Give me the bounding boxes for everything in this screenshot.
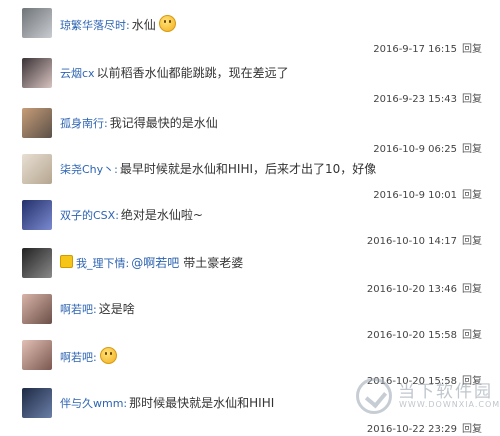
comment-line: 孤身南行: 我记得最快的是水仙	[60, 115, 218, 132]
comment-text: 带土豪老婆	[183, 256, 244, 270]
comment-line: 伴与久wmm: 那时候最快就是水仙和HIHI	[60, 395, 274, 412]
user-badge-icon	[60, 255, 73, 268]
username-link[interactable]: 啊若吧:	[60, 303, 97, 316]
comment-item: 云烟cx 以前稻香水仙都能跳跳，现在差远了 2016-9-23 15:43 回复	[0, 58, 500, 106]
comment-item: 琼繁华落尽时: 水仙 2016-9-17 16:15 回复	[0, 8, 500, 56]
comment-timestamp: 2016-9-17 16:15	[373, 44, 457, 55]
username-link[interactable]: 我_理下情:	[76, 257, 129, 270]
username-link[interactable]: 伴与久wmm:	[60, 397, 127, 410]
avatar[interactable]	[22, 388, 52, 418]
username-link[interactable]: 孤身南行:	[60, 117, 108, 130]
comment-line: 双子的CSX: 绝对是水仙啦~	[60, 207, 203, 224]
comment-meta: 2016-9-17 16:15 回复	[373, 40, 482, 55]
comment-item: 柒尧Chy丶: 最早时候就是水仙和HIHI，后来才出了10，好像 2016-10-9…	[0, 154, 500, 202]
comment-text: 我记得最快的是水仙	[109, 116, 218, 130]
comment-text: 以前稻香水仙都能跳跳，现在差远了	[96, 66, 289, 80]
comment-item: 双子的CSX: 绝对是水仙啦~ 2016-10-10 14:17 回复	[0, 200, 500, 248]
username-link[interactable]: 双子的CSX:	[60, 209, 119, 222]
watermark-cn: 当下软件园	[398, 382, 493, 402]
avatar[interactable]	[22, 248, 52, 278]
comment-timestamp: 2016-10-10 14:17	[366, 236, 457, 247]
mention-link[interactable]: @啊若吧	[131, 256, 179, 270]
comment-text: 那时候最快就是水仙和HIHI	[129, 396, 275, 410]
reply-link[interactable]: 回复	[462, 236, 482, 247]
avatar[interactable]	[22, 108, 52, 138]
username-link[interactable]: 琼繁华落尽时:	[60, 19, 130, 32]
comment-item: 我_理下情: @啊若吧 带土豪老婆 2016-10-20 13:46 回复	[0, 248, 500, 296]
comment-line: 我_理下情: @啊若吧 带土豪老婆	[60, 255, 243, 272]
smile-emoji-icon	[99, 347, 117, 364]
username-link[interactable]: 柒尧Chy丶:	[60, 163, 118, 176]
comment-text: 最早时候就是水仙和HIHI，后来才出了10，好像	[119, 162, 377, 176]
comment-meta: 2016-10-9 10:01 回复	[373, 186, 482, 201]
comment-meta: 2016-10-10 14:17 回复	[367, 232, 482, 247]
smile-emoji-icon	[158, 15, 176, 32]
comment-line: 啊若吧:	[60, 347, 117, 366]
comment-line: 云烟cx 以前稻香水仙都能跳跳，现在差远了	[60, 65, 289, 82]
comment-timestamp: 2016-9-23 15:43	[373, 94, 457, 105]
avatar[interactable]	[22, 154, 52, 184]
username-link[interactable]: 啊若吧:	[60, 351, 97, 364]
comment-line: 琼繁华落尽时: 水仙	[60, 15, 176, 34]
comment-item: 啊若吧: 这是啥 2016-10-20 15:58 回复	[0, 294, 500, 342]
watermark: 当下软件园 WWW.DOWNXIA.COM	[354, 376, 499, 426]
comment-line: 柒尧Chy丶: 最早时候就是水仙和HIHI，后来才出了10，好像	[60, 161, 376, 178]
avatar[interactable]	[22, 8, 52, 38]
comment-text: 水仙	[131, 18, 156, 32]
avatar[interactable]	[22, 340, 52, 370]
comment-meta: 2016-10-20 15:58 回复	[367, 326, 482, 341]
avatar[interactable]	[22, 294, 52, 324]
comment-meta: 2016-9-23 15:43 回复	[373, 90, 482, 105]
comment-text: 这是啥	[98, 302, 135, 316]
comment-meta: 2016-10-20 13:46 回复	[367, 280, 482, 295]
username-link[interactable]: 云烟cx	[60, 67, 95, 80]
avatar[interactable]	[22, 58, 52, 88]
comment-meta: 2016-10-9 06:25 回复	[373, 140, 482, 155]
reply-link[interactable]: 回复	[462, 94, 482, 105]
comment-line: 啊若吧: 这是啥	[60, 301, 135, 318]
comment-text: 绝对是水仙啦~	[120, 208, 203, 222]
downxia-logo-icon	[356, 378, 392, 414]
comment-item: 孤身南行: 我记得最快的是水仙 2016-10-9 06:25 回复	[0, 108, 500, 156]
reply-link[interactable]: 回复	[462, 44, 482, 55]
watermark-en: WWW.DOWNXIA.COM	[399, 400, 500, 409]
avatar[interactable]	[22, 200, 52, 230]
